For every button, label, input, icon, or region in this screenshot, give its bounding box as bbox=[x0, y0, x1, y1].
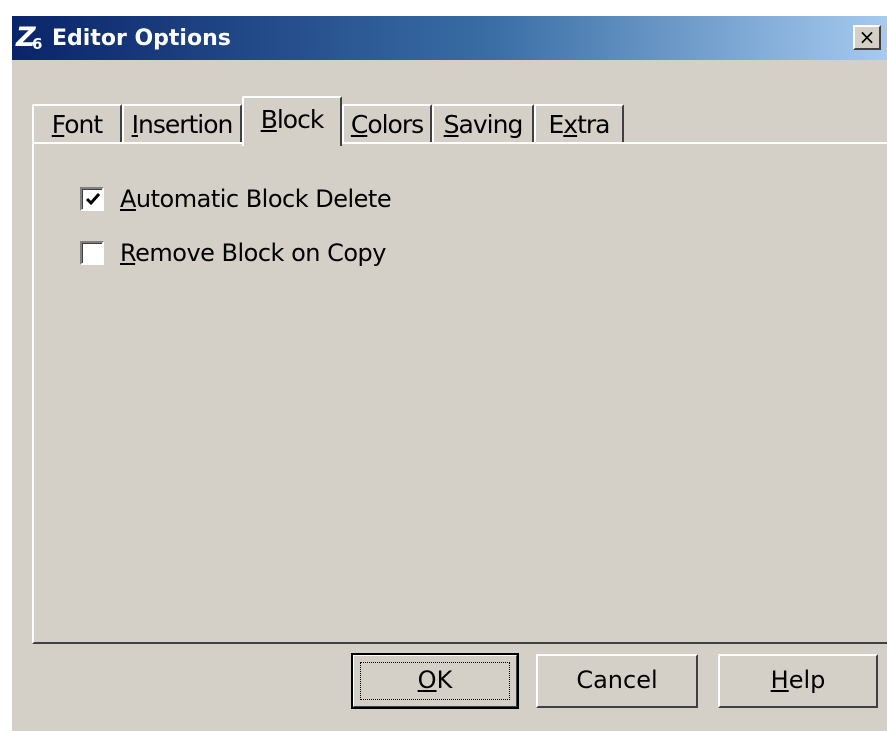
automatic-block-delete-label[interactable]: Automatic Block Delete bbox=[120, 185, 392, 213]
editor-options-dialog: Z 6 Editor Options × Font Insertion Bloc… bbox=[10, 14, 887, 731]
title-bar[interactable]: Z 6 Editor Options × bbox=[12, 16, 887, 60]
close-icon: × bbox=[858, 25, 876, 49]
remove-block-on-copy-label[interactable]: Remove Block on Copy bbox=[120, 239, 386, 267]
tab-panel-block: Automatic Block Delete Remove Block on C… bbox=[32, 142, 887, 644]
tab-saving[interactable]: Saving bbox=[432, 104, 534, 142]
tab-block[interactable]: Block bbox=[242, 96, 342, 146]
automatic-block-delete-option[interactable]: Automatic Block Delete bbox=[80, 184, 392, 214]
tab-label-mnemonic: x bbox=[563, 110, 578, 139]
tab-font[interactable]: Font bbox=[32, 104, 122, 142]
tab-label-post: aving bbox=[458, 110, 524, 139]
tab-insertion[interactable]: Insertion bbox=[122, 104, 242, 142]
ok-button[interactable]: OK bbox=[351, 653, 519, 709]
app-icon-subscript: 6 bbox=[32, 35, 43, 53]
tab-label-post: lock bbox=[276, 105, 324, 134]
tab-label-mnemonic: F bbox=[51, 110, 65, 139]
help-label-mnemonic: H bbox=[770, 666, 789, 694]
tab-label-post: tra bbox=[577, 110, 610, 139]
tab-label-mnemonic: C bbox=[350, 110, 368, 139]
checkmark-icon bbox=[85, 193, 101, 206]
help-label-post: elp bbox=[788, 666, 826, 694]
tab-label-mnemonic: B bbox=[260, 105, 278, 134]
tab-extra[interactable]: Extra bbox=[534, 104, 624, 142]
focus-rectangle bbox=[360, 662, 510, 700]
close-button[interactable]: × bbox=[853, 25, 881, 50]
cancel-button[interactable]: Cancel bbox=[536, 654, 698, 708]
tab-label-post: nsertion bbox=[137, 110, 233, 139]
tab-label-pre: E bbox=[548, 110, 565, 139]
tab-colors[interactable]: Colors bbox=[342, 104, 432, 142]
option-label-mnemonic: R bbox=[120, 239, 136, 267]
window-title: Editor Options bbox=[52, 26, 231, 51]
tab-label-mnemonic: S bbox=[443, 110, 460, 139]
help-button[interactable]: Help bbox=[718, 654, 878, 708]
cancel-label: Cancel bbox=[576, 666, 658, 694]
option-label-mnemonic: A bbox=[120, 185, 136, 213]
automatic-block-delete-checkbox[interactable] bbox=[80, 187, 104, 211]
remove-block-on-copy-checkbox[interactable] bbox=[80, 241, 104, 265]
tab-label-post: ont bbox=[64, 110, 103, 139]
option-label-post: utomatic Block Delete bbox=[135, 185, 392, 213]
app-icon: Z 6 bbox=[16, 22, 46, 54]
remove-block-on-copy-option[interactable]: Remove Block on Copy bbox=[80, 238, 386, 268]
option-label-post: emove Block on Copy bbox=[135, 239, 386, 267]
tab-label-post: olors bbox=[367, 110, 424, 139]
